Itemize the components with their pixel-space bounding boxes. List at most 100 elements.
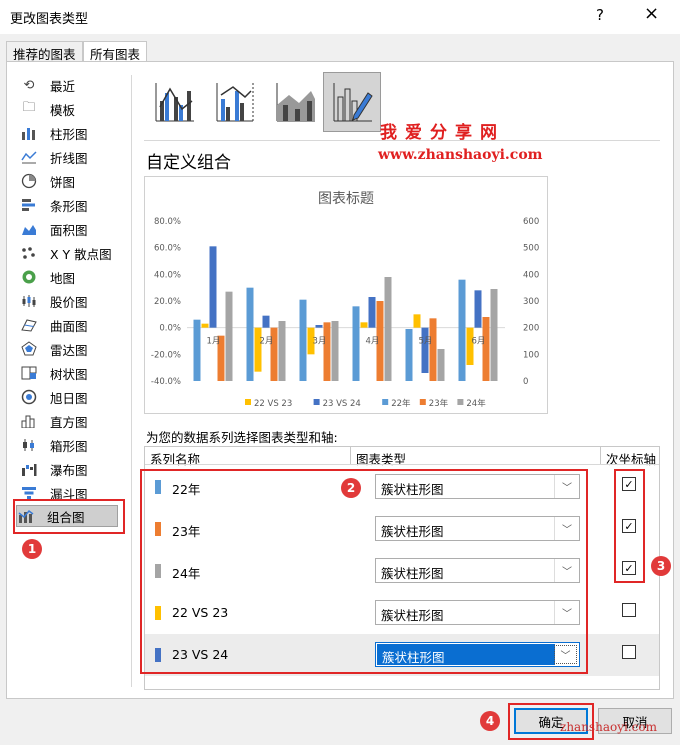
- col-header-name: 系列名称: [150, 452, 201, 467]
- legend-swatch: [457, 399, 464, 405]
- chart-svg: 图表标题 80.0% 60.0% 40.0% 20.0% 0.0% -20.0% -40.0…: [151, 191, 539, 409]
- y2-tick-label: 0: [523, 377, 528, 387]
- sidebar-item-template[interactable]: 🗀 模板: [20, 98, 124, 120]
- sidebar-item-box[interactable]: 箱形图: [20, 434, 124, 456]
- chart-bar: [254, 327, 262, 372]
- help-icon[interactable]: ?: [596, 6, 604, 24]
- secondary-axis-checkbox[interactable]: [622, 645, 636, 659]
- sidebar-item-histogram[interactable]: 直方图: [20, 410, 124, 432]
- watermark-url: www.zhanshaoyi.com: [378, 147, 543, 163]
- chart-bar: [278, 321, 286, 381]
- y-tick-label: -20.0%: [151, 350, 181, 360]
- legend-label: 22 VS 23: [254, 399, 292, 409]
- footer-watermark: zhanshaoyi.com: [560, 720, 657, 734]
- dialog-title: 更改图表类型: [10, 12, 89, 27]
- chart-bar: [437, 349, 445, 381]
- tab-recommended[interactable]: 推荐的图表: [6, 41, 83, 62]
- sidebar-item-pie[interactable]: 饼图: [20, 170, 124, 192]
- subtype-clustered-column-line[interactable]: [145, 72, 203, 132]
- legend-swatch: [313, 399, 320, 405]
- col-separator: [350, 446, 351, 464]
- y2-tick-label: 400: [523, 270, 539, 280]
- chart-preview: 图表标题 80.0% 60.0% 40.0% 20.0% 0.0% -20.0% -40.0…: [144, 176, 548, 414]
- stacked-area-column-icon: [276, 83, 315, 122]
- y-tick-label: 40.0%: [154, 270, 181, 280]
- legend-label: 23年: [429, 398, 449, 409]
- subtype-stacked-area-column[interactable]: [266, 72, 324, 132]
- y2-tick-label: 500: [523, 244, 539, 254]
- tab-all-charts[interactable]: 所有图表: [83, 41, 148, 62]
- line-chart-icon: [20, 149, 38, 165]
- subtype-custom-combination[interactable]: [323, 72, 381, 132]
- sidebar-item-column[interactable]: 柱形图: [20, 122, 124, 144]
- chart-bar: [413, 314, 421, 328]
- chart-bar: [225, 291, 233, 381]
- sidebar-item-scatter[interactable]: X Y 散点图: [20, 242, 124, 264]
- legend-swatch: [245, 399, 251, 405]
- step-badge-3: 3: [651, 556, 671, 576]
- subtype-column-line-secondary[interactable]: [206, 72, 264, 132]
- x-tick-label: 3月: [313, 337, 327, 347]
- y2-tick-label: 600: [523, 217, 539, 227]
- chart-bar: [323, 322, 331, 381]
- chart-bar: [405, 329, 413, 381]
- chart-bar: [209, 246, 217, 328]
- sidebar-item-radar[interactable]: 雷达图: [20, 338, 124, 360]
- y2-tick-label: 100: [523, 350, 539, 360]
- secondary-axis-checkbox[interactable]: [622, 603, 636, 617]
- col-separator: [600, 446, 601, 464]
- sidebar-item-stock[interactable]: 股价图: [20, 290, 124, 312]
- subtype-divider: [144, 140, 660, 141]
- chart-bar: [299, 299, 307, 381]
- legend-label: 22年: [391, 398, 411, 409]
- x-tick-label: 4月: [366, 337, 380, 347]
- pie-chart-icon: [20, 173, 38, 189]
- radar-chart-icon: [20, 341, 38, 357]
- histogram-icon: [20, 413, 38, 429]
- chart-bar: [458, 279, 466, 381]
- column-chart-icon: [20, 125, 38, 141]
- col-header-secondary: 次坐标轴: [606, 452, 657, 467]
- sidebar-item-area[interactable]: 面积图: [20, 218, 124, 240]
- sidebar-item-recent[interactable]: ⟲ 最近: [20, 74, 124, 96]
- chart-bar: [482, 317, 490, 381]
- sidebar-item-map[interactable]: 地图: [20, 266, 124, 288]
- close-icon[interactable]: ×: [644, 3, 659, 24]
- chart-bar: [474, 290, 482, 328]
- map-chart-icon: [20, 269, 38, 285]
- chart-bar: [246, 287, 254, 381]
- chart-bar: [270, 327, 278, 381]
- legend-label: 24年: [466, 398, 486, 409]
- title-bar: [0, 0, 680, 34]
- legend-label: 23 VS 24: [323, 399, 361, 409]
- sunburst-icon: [20, 389, 38, 405]
- legend-swatch: [382, 399, 389, 405]
- treemap-icon: [20, 365, 38, 381]
- series-caption: 为您的数据系列选择图表类型和轴:: [146, 430, 338, 445]
- chart-bar: [201, 323, 209, 328]
- sidebar-item-waterfall[interactable]: 瀑布图: [20, 458, 124, 480]
- sidebar-item-bar[interactable]: 条形图: [20, 194, 124, 216]
- col-header-type: 图表类型: [356, 452, 407, 467]
- column-line-secondary-axis-icon: [216, 83, 254, 122]
- y-tick-label: 60.0%: [154, 244, 181, 254]
- sidebar-item-sunburst[interactable]: 旭日图: [20, 386, 124, 408]
- sidebar-item-line[interactable]: 折线图: [20, 146, 124, 168]
- chart-bar: [429, 318, 437, 381]
- highlight-secondary-axis: [614, 469, 645, 583]
- step-badge-1: 1: [22, 539, 42, 559]
- y2-tick-label: 200: [523, 324, 539, 334]
- area-chart-icon: [20, 221, 38, 237]
- x-tick-label: 1月: [207, 337, 221, 347]
- chart-bar: [384, 277, 392, 381]
- y2-tick-label: 300: [523, 297, 539, 307]
- clustered-column-line-icon: [155, 83, 194, 122]
- sidebar-item-treemap[interactable]: 树状图: [20, 362, 124, 384]
- x-tick-label: 2月: [260, 337, 274, 347]
- x-tick-label: 6月: [472, 337, 486, 347]
- step-badge-2: 2: [341, 478, 361, 498]
- sidebar-item-surface[interactable]: 曲面图: [20, 314, 124, 336]
- chart-bar: [315, 325, 323, 328]
- chart-bar: [352, 306, 360, 381]
- recent-icon: ⟲: [23, 77, 35, 93]
